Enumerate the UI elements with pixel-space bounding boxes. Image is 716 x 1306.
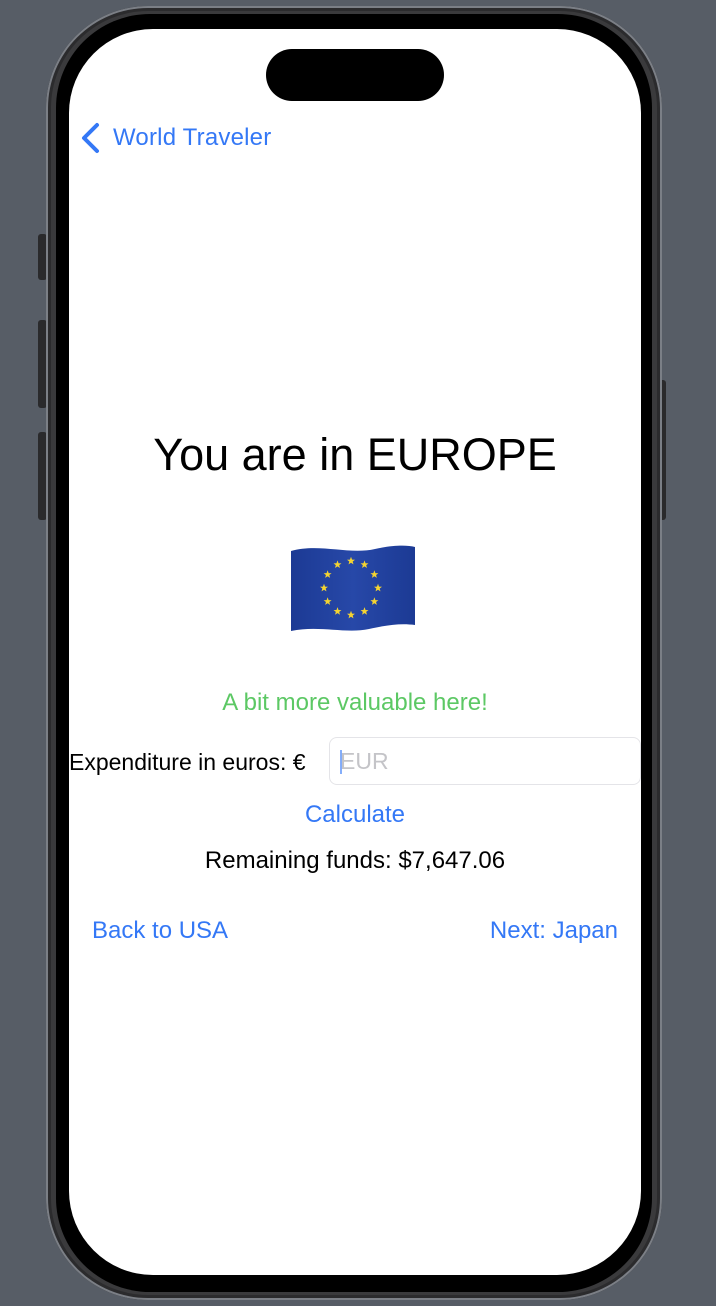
tagline-text: A bit more valuable here! xyxy=(222,689,488,716)
nav-back-button[interactable]: World Traveler xyxy=(79,121,271,155)
chevron-left-icon xyxy=(82,123,99,153)
page-title: You are in EUROPE xyxy=(153,429,557,480)
expenditure-row: Expenditure in euros: € xyxy=(69,737,641,787)
expenditure-label: Expenditure in euros: € xyxy=(69,749,306,775)
simulator-stage: World Traveler You are in EUROPE A bit m… xyxy=(0,0,716,1306)
next-japan-button[interactable]: Next: Japan xyxy=(490,917,618,945)
back-to-usa-button[interactable]: Back to USA xyxy=(92,917,228,945)
nav-back-label: World Traveler xyxy=(113,124,272,151)
dynamic-island xyxy=(266,49,444,101)
eu-flag-icon xyxy=(291,545,415,631)
text-cursor xyxy=(340,750,342,774)
phone-screen: World Traveler You are in EUROPE A bit m… xyxy=(69,29,641,1275)
calculate-button[interactable]: Calculate xyxy=(69,801,641,829)
expenditure-input[interactable] xyxy=(329,737,641,785)
remaining-funds-text: Remaining funds: $7,647.06 xyxy=(204,847,506,874)
